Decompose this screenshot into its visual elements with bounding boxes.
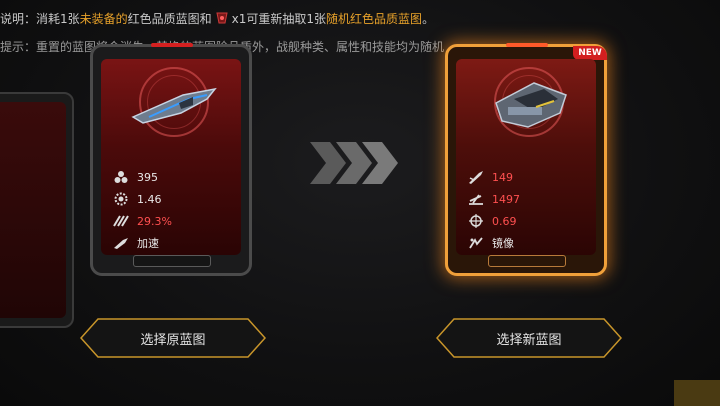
new-blueprint-card[interactable]: NEW 149 1497 0.69 镜像 xyxy=(445,43,607,276)
fleet-icon xyxy=(468,191,484,207)
stat-value: 1497 xyxy=(492,192,520,206)
card-bottom-deco xyxy=(488,255,566,267)
stat-row: 149 xyxy=(468,167,520,187)
info-highlight: 随机红色品质蓝图 xyxy=(326,12,423,26)
missile-icon xyxy=(468,169,484,185)
previous-card[interactable] xyxy=(0,92,74,328)
crosshair-icon xyxy=(468,213,484,229)
card-bottom-deco xyxy=(133,255,211,267)
stat-row: 0.69 xyxy=(468,211,520,231)
card-face: 395 1.46 29.3% 加速 xyxy=(101,59,241,255)
stat-row: 29.3% xyxy=(113,211,172,231)
info-text: x1可重新抽取1张 xyxy=(231,12,327,26)
speed-icon xyxy=(113,213,129,229)
stat-value: 镜像 xyxy=(492,237,514,250)
stat-value: 395 xyxy=(137,170,158,184)
info-text: 红色品质蓝图和 xyxy=(127,12,212,26)
select-new-button[interactable]: 选择新蓝图 xyxy=(436,318,622,358)
stat-row: 395 xyxy=(113,167,172,187)
button-label: 选择原蓝图 xyxy=(140,333,206,348)
mirror-icon xyxy=(468,235,484,251)
gear-icon xyxy=(113,191,129,207)
card-top-bar xyxy=(506,43,548,47)
stat-list: 149 1497 0.69 镜像 xyxy=(468,167,520,255)
stat-row: 1497 xyxy=(468,189,520,209)
select-original-button[interactable]: 选择原蓝图 xyxy=(80,318,266,358)
ship-icon xyxy=(131,87,217,124)
triple-dot-icon xyxy=(113,169,129,185)
stat-value: 149 xyxy=(492,170,513,184)
stat-value: 29.3% xyxy=(137,214,172,228)
info-line: 说明：消耗1张未装备的红色品质蓝图和 x1可重新抽取1张随机红色品质蓝图。 xyxy=(0,10,434,27)
chevron-arrows-icon xyxy=(310,142,398,184)
info-text: 说明：消耗1张 xyxy=(0,12,80,26)
info-highlight: 未装备的 xyxy=(79,12,128,26)
stat-row: 加速 xyxy=(113,233,172,253)
new-badge: NEW xyxy=(573,46,607,60)
stat-value: 1.46 xyxy=(137,192,162,206)
info-text: 。 xyxy=(422,12,435,26)
ship-icon xyxy=(495,82,567,128)
stat-row: 镜像 xyxy=(468,233,520,253)
blueprint-chip-icon xyxy=(216,12,228,24)
card-face: 149 1497 0.69 镜像 xyxy=(456,59,596,255)
stat-row: 1.46 xyxy=(113,189,172,209)
stat-value: 加速 xyxy=(137,237,159,250)
stat-list: 395 1.46 29.3% 加速 xyxy=(113,167,172,255)
original-blueprint-card[interactable]: 395 1.46 29.3% 加速 xyxy=(90,43,252,276)
boost-icon xyxy=(113,235,129,251)
stat-value: 0.69 xyxy=(492,214,517,228)
corner-decoration xyxy=(674,380,720,406)
previous-card-face xyxy=(0,102,66,318)
card-top-bar xyxy=(151,43,193,47)
button-label: 选择新蓝图 xyxy=(496,333,562,348)
